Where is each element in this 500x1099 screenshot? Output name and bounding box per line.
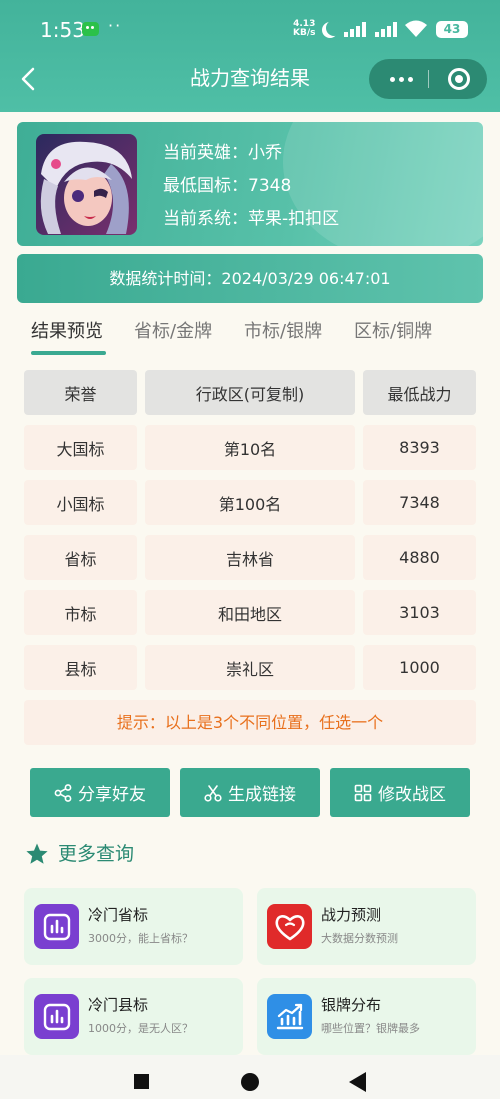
share-icon xyxy=(54,783,72,802)
status-bar: 1:53 ·· 4.13 KB/s 43 xyxy=(0,0,500,58)
signal-icon-2 xyxy=(375,22,397,37)
table-header-honor: 荣誉 xyxy=(24,370,137,415)
status-dots: ·· xyxy=(108,16,123,35)
table-cell-region[interactable]: 和田地区 xyxy=(145,590,355,635)
star-icon xyxy=(26,843,48,864)
card-unpopular-province[interactable]: 冷门省标 3000分，能上省标？ xyxy=(24,888,243,965)
min-score-line: 最低国标：7348 xyxy=(163,176,292,196)
change-region-button[interactable]: 修改战区 xyxy=(330,768,470,817)
table-cell-honor: 市标 xyxy=(24,590,137,635)
hint-text: 提示：以上是3个不同位置，任选一个 xyxy=(24,700,476,745)
wechat-icon xyxy=(82,22,99,36)
table-cell-power: 1000 xyxy=(363,645,476,690)
close-mini-program-icon[interactable] xyxy=(448,68,470,90)
current-hero-line: 当前英雄：小乔 xyxy=(163,143,282,163)
signal-icon xyxy=(344,22,366,37)
generate-link-label: 生成链接 xyxy=(228,785,296,805)
table-cell-honor: 县标 xyxy=(24,645,137,690)
more-queries-title: 更多查询 xyxy=(58,843,135,865)
table-cell-power: 7348 xyxy=(363,480,476,525)
table-cell-power: 4880 xyxy=(363,535,476,580)
tab-province-gold[interactable]: 省标/金牌 xyxy=(134,318,212,346)
table-cell-region[interactable]: 第100名 xyxy=(145,480,355,525)
share-friends-button[interactable]: 分享好友 xyxy=(30,768,170,817)
card-title: 冷门县标 xyxy=(88,996,149,1014)
table-header-region: 行政区(可复制) xyxy=(145,370,355,415)
tab-result-preview[interactable]: 结果预览 xyxy=(31,318,103,346)
card-unpopular-county[interactable]: 冷门县标 1000分，是无人区？ xyxy=(24,978,243,1055)
table-cell-power: 8393 xyxy=(363,425,476,470)
tab-city-silver[interactable]: 市标/银牌 xyxy=(244,318,322,346)
table-cell-power: 3103 xyxy=(363,590,476,635)
card-subtitle: 大数据分数预测 xyxy=(321,932,398,945)
moon-icon xyxy=(326,20,342,36)
change-region-label: 修改战区 xyxy=(378,785,446,805)
bar-chart-icon xyxy=(34,994,79,1039)
status-time: 1:53 xyxy=(40,18,85,42)
system-navigation-bar xyxy=(0,1055,500,1099)
card-title: 战力预测 xyxy=(321,906,382,924)
table-cell-region[interactable]: 崇礼区 xyxy=(145,645,355,690)
current-system-line: 当前系统：苹果-扣扣区 xyxy=(163,209,340,229)
system-back-button[interactable] xyxy=(349,1072,366,1092)
stats-time-bar: 数据统计时间：2024/03/29 06:47:01 xyxy=(17,254,483,303)
table-header-min-power: 最低战力 xyxy=(363,370,476,415)
card-subtitle: 3000分，能上省标？ xyxy=(88,932,193,945)
card-silver-distribution[interactable]: 银牌分布 哪些位置？银牌最多 xyxy=(257,978,476,1055)
share-friends-label: 分享好友 xyxy=(78,785,146,805)
wifi-icon xyxy=(405,20,427,37)
card-title: 冷门省标 xyxy=(88,906,149,924)
hero-avatar xyxy=(36,134,137,235)
bar-chart-icon xyxy=(34,904,79,949)
network-speed: 4.13 KB/s xyxy=(293,20,315,38)
generate-link-button[interactable]: 生成链接 xyxy=(180,768,320,817)
grid-icon xyxy=(354,784,372,801)
home-button[interactable] xyxy=(241,1073,259,1091)
hero-info-lines: 当前英雄：小乔 最低国标：7348 当前系统：苹果-扣扣区 xyxy=(163,138,339,237)
network-speed-unit: KB/s xyxy=(293,28,316,38)
capsule-divider xyxy=(428,70,429,88)
battery-icon: 43 xyxy=(436,21,468,38)
card-subtitle: 哪些位置？银牌最多 xyxy=(321,1022,420,1035)
tab-district-bronze[interactable]: 区标/铜牌 xyxy=(354,318,432,346)
hero-info-card: 当前英雄：小乔 最低国标：7348 当前系统：苹果-扣扣区 xyxy=(17,122,483,246)
table-cell-honor: 省标 xyxy=(24,535,137,580)
trend-chart-icon xyxy=(267,994,312,1039)
card-title: 银牌分布 xyxy=(321,996,382,1014)
table-cell-honor: 小国标 xyxy=(24,480,137,525)
more-options-icon[interactable] xyxy=(385,59,417,99)
active-tab-indicator xyxy=(31,351,106,355)
table-cell-region[interactable]: 第10名 xyxy=(145,425,355,470)
scissors-icon xyxy=(204,784,222,802)
table-cell-honor: 大国标 xyxy=(24,425,137,470)
card-power-prediction[interactable]: 战力预测 大数据分数预测 xyxy=(257,888,476,965)
recent-apps-button[interactable] xyxy=(134,1074,149,1089)
heart-icon xyxy=(267,904,312,949)
table-cell-region[interactable]: 吉林省 xyxy=(145,535,355,580)
mini-program-capsule xyxy=(369,59,487,99)
card-subtitle: 1000分，是无人区？ xyxy=(88,1022,193,1035)
